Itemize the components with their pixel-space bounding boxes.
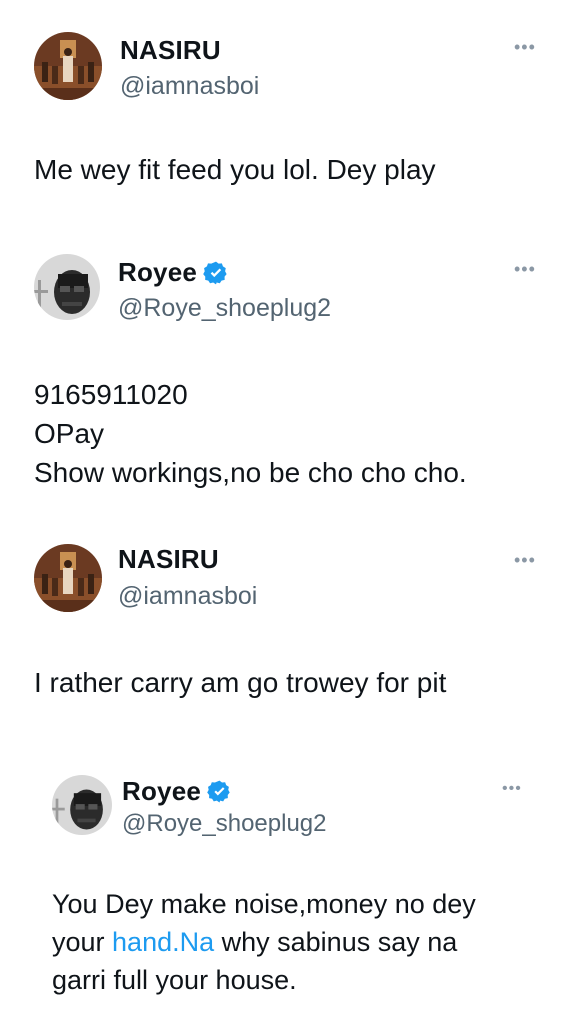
avatar-nasiru[interactable] <box>34 32 102 100</box>
avatar-royee[interactable] <box>52 775 112 835</box>
author-name[interactable]: Royee <box>118 257 229 288</box>
author-handle[interactable]: @Roye_shoeplug2 <box>118 294 331 323</box>
tweet-text-line-2: your hand.Na why sabinus say na <box>52 927 458 957</box>
avatar-royee[interactable] <box>34 254 100 320</box>
tweet-text: Me wey fit feed you lol. Dey play <box>34 154 436 185</box>
more-options-icon[interactable]: ••• <box>514 38 536 56</box>
author-handle[interactable]: @iamnasboi <box>120 72 259 101</box>
avatar-image <box>34 544 102 612</box>
avatar-nasiru[interactable] <box>34 544 102 612</box>
inline-link[interactable]: hand.Na <box>112 927 214 957</box>
tweet-text: You Dey make noise,money no dey your han… <box>52 889 476 995</box>
author-handle[interactable]: @iamnasboi <box>118 582 257 611</box>
author-name[interactable]: Royee <box>122 776 232 807</box>
tweet-text: I rather carry am go trowey for pit <box>34 667 447 698</box>
tweet-text: 9165911020 OPay Show workings,no be cho … <box>34 379 467 488</box>
author-name[interactable]: NASIRU <box>118 544 219 575</box>
author-handle[interactable]: @Roye_shoeplug2 <box>122 810 327 838</box>
verified-badge-icon <box>203 260 229 286</box>
more-options-icon[interactable]: ••• <box>514 260 536 278</box>
verified-badge-icon <box>207 779 232 804</box>
more-options-icon[interactable]: ••• <box>502 781 522 797</box>
avatar-image <box>34 32 102 100</box>
more-options-icon[interactable]: ••• <box>514 551 536 569</box>
avatar-image <box>34 254 100 320</box>
author-name[interactable]: NASIRU <box>120 35 221 66</box>
avatar-image <box>52 775 112 835</box>
